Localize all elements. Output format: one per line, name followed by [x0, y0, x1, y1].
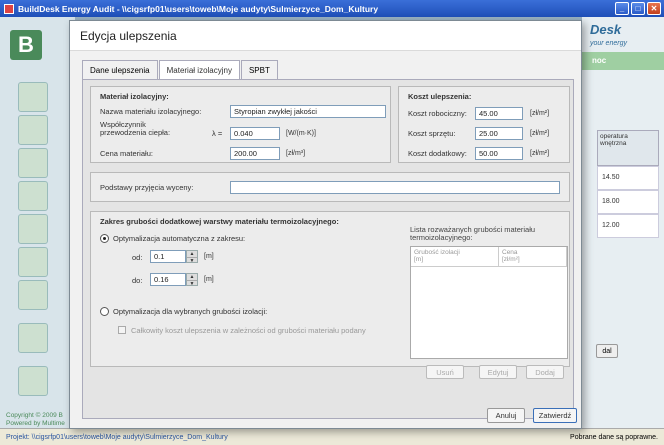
- thickness-from-label: od:: [132, 253, 143, 262]
- edit-button[interactable]: Edytuj: [479, 365, 517, 379]
- lambda-symbol: λ =: [212, 129, 223, 138]
- section-header: noc: [582, 52, 664, 70]
- thickness-to-input[interactable]: 0.16: [150, 273, 186, 286]
- total-cost-checkbox[interactable]: [118, 326, 126, 334]
- material-price-input[interactable]: 200.00: [230, 147, 280, 160]
- confirm-button[interactable]: Zatwierdź: [533, 408, 577, 423]
- thickness-from-unit: [m]: [204, 253, 214, 260]
- selected-thickness-radio[interactable]: [100, 307, 109, 316]
- equipment-cost-unit: [zł/m²]: [530, 130, 550, 137]
- thickness-from-input[interactable]: 0.1: [150, 250, 186, 263]
- nav-item-icon[interactable]: [18, 280, 48, 310]
- auto-optimization-label: Optymalizacja automatyczna z zakresu:: [113, 234, 246, 243]
- material-price-unit: [zł/m³]: [286, 150, 306, 157]
- nav-item-icon[interactable]: [18, 148, 48, 178]
- project-path: Projekt: \\cigsrfp01\users\toweb\Moje au…: [6, 433, 228, 441]
- extra-cost-unit: [zł/m²]: [530, 150, 550, 157]
- add-button[interactable]: Dodaj: [526, 365, 564, 379]
- nav-item-icon[interactable]: [18, 181, 48, 211]
- status-bar: Projekt: \\cigsrfp01\users\toweb\Moje au…: [0, 428, 664, 445]
- material-group: Materiał izolacyjny: Nazwa materiału izo…: [90, 86, 391, 163]
- equipment-cost-input[interactable]: 25.00: [475, 127, 523, 140]
- auto-optimization-radio[interactable]: [100, 234, 109, 243]
- nav-item-icon[interactable]: [18, 115, 48, 145]
- pricing-basis-group: Podstawy przyjęcia wyceny:: [90, 172, 570, 202]
- table-header: operatura wnętrzna: [597, 130, 659, 166]
- nav-item-icon[interactable]: [18, 82, 48, 112]
- lambda-unit: [W/(m·K)]: [286, 130, 316, 137]
- thickness-list[interactable]: Grubość izolacji [m] Cena [zł/m²]: [410, 246, 568, 359]
- thickness-to-unit: [m]: [204, 276, 214, 283]
- nav-item-icon[interactable]: [18, 366, 48, 396]
- selected-thickness-label: Optymalizacja dla wybranych grubości izo…: [113, 307, 268, 316]
- minimize-button[interactable]: _: [615, 2, 629, 15]
- dialog-title: Edycja ulepszenia: [70, 21, 581, 51]
- thickness-group-title: Zakres grubości dodatkowej warstwy mater…: [100, 217, 339, 226]
- lambda-input[interactable]: 0.040: [230, 127, 280, 140]
- copyright-text: Copyright © 2009 B Powered by Multime: [6, 412, 65, 427]
- background-button[interactable]: dal: [596, 344, 618, 358]
- remove-button[interactable]: Usuń: [426, 365, 464, 379]
- material-group-title: Materiał izolacyjny:: [100, 92, 169, 101]
- background-table: operatura wnętrzna 14.50 18.00 12.00: [597, 130, 659, 238]
- window-titlebar: BuildDesk Energy Audit - \\cigsrfp01\use…: [0, 0, 664, 17]
- app-logo: B: [10, 30, 42, 60]
- thickness-to-spinner[interactable]: ▲ ▼: [186, 273, 198, 287]
- cost-group: Koszt ulepszenia: Koszt robociczny: 45.0…: [398, 86, 570, 163]
- cancel-button[interactable]: Anuluj: [487, 408, 525, 423]
- labor-cost-input[interactable]: 45.00: [475, 107, 523, 120]
- status-message: Pobrane dane są poprawne.: [570, 433, 658, 441]
- brand-logo: Desk: [590, 22, 622, 37]
- table-cell: 14.50: [597, 166, 659, 190]
- labor-cost-label: Koszt robociczny:: [408, 109, 467, 118]
- thickness-list-header: Grubość izolacji [m] Cena [zł/m²]: [411, 247, 567, 267]
- tab-spbt[interactable]: SPBT: [240, 60, 278, 79]
- tab-panel-insulation: Materiał izolacyjny: Nazwa materiału izo…: [82, 79, 574, 419]
- tab-insulation-material[interactable]: Materiał izolacyjny: [158, 60, 240, 80]
- list-col-thickness: Grubość izolacji [m]: [411, 247, 499, 266]
- edit-improvement-dialog: Edycja ulepszenia Dane ulepszenia Materi…: [69, 20, 582, 429]
- material-name-input[interactable]: Styropian zwykłej jakości: [230, 105, 386, 118]
- dialog-tabs: Dane ulepszenia Materiał izolacyjny SPBT: [82, 60, 279, 80]
- tab-improvement-data[interactable]: Dane ulepszenia: [82, 60, 158, 79]
- maximize-button[interactable]: □: [631, 2, 645, 15]
- material-name-label: Nazwa materiału izolacyjnego:: [100, 107, 202, 116]
- app-icon: [4, 3, 14, 14]
- total-cost-label: Całkowity koszt ulepszenia w zależności …: [131, 326, 366, 335]
- table-cell: 12.00: [597, 214, 659, 238]
- cost-group-title: Koszt ulepszenia:: [408, 92, 472, 101]
- table-cell: 18.00: [597, 190, 659, 214]
- extra-cost-label: Koszt dodatkowy:: [408, 149, 467, 158]
- nav-item-icon[interactable]: [18, 247, 48, 277]
- material-price-label: Cena materiału:: [100, 149, 153, 158]
- extra-cost-input[interactable]: 50.00: [475, 147, 523, 160]
- lambda-label: Współczynnik przewodzenia ciepła:: [100, 120, 171, 137]
- thickness-list-title: Lista rozważanych grubości materiału ter…: [410, 225, 536, 242]
- equipment-cost-label: Koszt sprzętu:: [408, 129, 456, 138]
- window-title: BuildDesk Energy Audit - \\cigsrfp01\use…: [18, 3, 379, 14]
- pricing-basis-label: Podstawy przyjęcia wyceny:: [100, 183, 194, 192]
- brand-tagline: your energy: [590, 40, 627, 47]
- list-col-price: Cena [zł/m²]: [499, 247, 567, 266]
- nav-item-icon[interactable]: [18, 323, 48, 353]
- thickness-from-spinner[interactable]: ▲ ▼: [186, 250, 198, 264]
- thickness-to-label: do:: [132, 276, 143, 285]
- labor-cost-unit: [zł/m²]: [530, 110, 550, 117]
- nav-item-icon[interactable]: [18, 214, 48, 244]
- close-button[interactable]: ✕: [647, 2, 661, 15]
- pricing-basis-input[interactable]: [230, 181, 560, 194]
